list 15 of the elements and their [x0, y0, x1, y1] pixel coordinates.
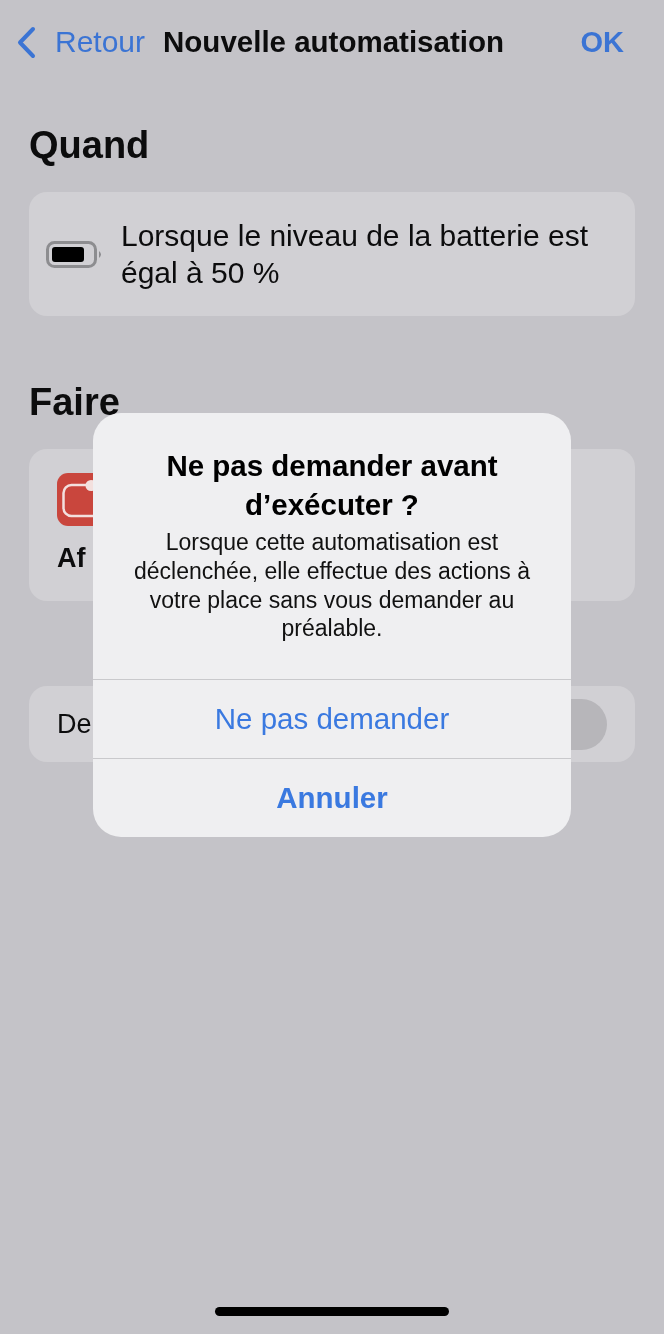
screen-title: Nouvelle automatisation [163, 24, 504, 60]
trigger-row[interactable]: Lorsque le niveau de la batterie est égal à 50 % [29, 192, 635, 316]
alert-title: Ne pas demander avant d’exécuter ? [165, 448, 499, 523]
toggle-switch[interactable] [571, 698, 607, 750]
section-header: Quand [29, 123, 150, 167]
notification-icon [57, 473, 93, 526]
chevron-left-icon [17, 25, 36, 59]
section-header: Faire [29, 380, 120, 424]
battery-icon [46, 240, 103, 268]
back-button[interactable]: Retour [17, 24, 146, 60]
alert-action-button[interactable]: Ne pas demander [93, 680, 571, 759]
ok-button[interactable]: OK [580, 24, 624, 60]
cancel-button[interactable]: Annuler [93, 759, 571, 838]
setting-label: De [57, 708, 92, 741]
alert-message: Lorsque cette automatisation est déclenchée, elle effectue des actions à votre place sans vous demander au préalable. [133, 528, 531, 644]
